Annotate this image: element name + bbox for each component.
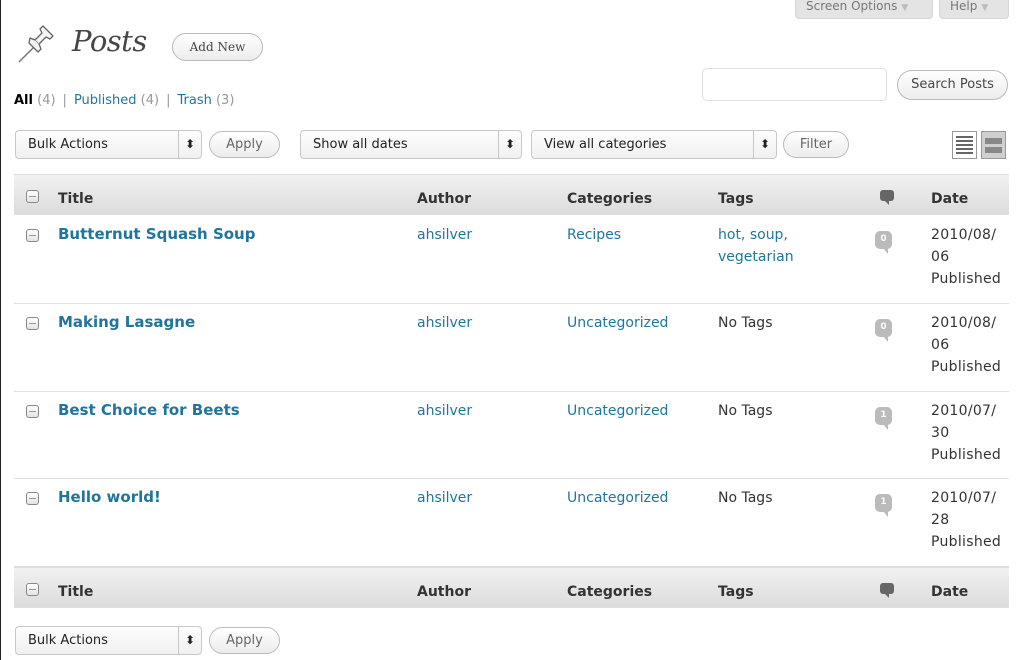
author-link[interactable]: ahsilver xyxy=(417,487,472,509)
dates-filter-select[interactable]: Show all dates ⬍ xyxy=(300,130,522,159)
search-posts-button[interactable]: Search Posts xyxy=(897,70,1008,100)
search-input[interactable] xyxy=(702,68,887,101)
post-date: 28 xyxy=(931,512,950,528)
row-checkbox[interactable] xyxy=(26,317,39,330)
categories-filter-label: View all categories xyxy=(544,137,667,152)
table-header-row: Title Author Categories Tags Date xyxy=(14,174,1009,215)
select-arrows-icon: ⬍ xyxy=(753,131,776,158)
screen-options-label: Screen Options xyxy=(806,0,898,13)
post-status: Published xyxy=(931,447,1002,463)
table-footer-row: Title Author Categories Tags Date xyxy=(14,567,1009,608)
comment-bubble-icon xyxy=(880,190,894,205)
view-trash-link[interactable]: Trash xyxy=(177,93,211,108)
published-count: (4) xyxy=(140,93,160,108)
post-date: 06 xyxy=(931,337,950,353)
page-title: Posts xyxy=(72,24,147,58)
no-tags-text: No Tags xyxy=(718,315,773,331)
add-new-button[interactable]: Add New xyxy=(172,33,263,61)
screen-options-tab[interactable]: Screen Options ▼ xyxy=(795,0,933,19)
column-title-header[interactable]: Title xyxy=(58,581,93,603)
post-status: Published xyxy=(931,271,1002,287)
post-title-link[interactable]: Best Choice for Beets xyxy=(58,399,240,421)
dates-filter-label: Show all dates xyxy=(313,137,408,152)
select-arrows-icon: ⬍ xyxy=(178,131,201,158)
post-title-link[interactable]: Hello world! xyxy=(58,486,161,508)
separator: | xyxy=(62,93,67,108)
select-all-checkbox[interactable] xyxy=(26,583,39,596)
column-tags-header: Tags xyxy=(718,584,754,600)
author-link[interactable]: ahsilver xyxy=(417,224,472,246)
author-link[interactable]: ahsilver xyxy=(417,400,472,422)
help-tab[interactable]: Help ▼ xyxy=(939,0,1009,19)
category-link[interactable]: Uncategorized xyxy=(567,487,668,509)
apply-button-bottom[interactable]: Apply xyxy=(209,627,280,654)
column-date-header[interactable]: Date xyxy=(931,581,968,603)
row-checkbox[interactable] xyxy=(26,229,39,242)
comment-count-badge[interactable]: 0 xyxy=(875,231,892,254)
comment-count-badge[interactable]: 1 xyxy=(875,407,892,430)
post-status-filter: All (4) | Published (4) | Trash (3) xyxy=(14,93,234,108)
view-published-link[interactable]: Published xyxy=(74,93,137,108)
no-tags-text: No Tags xyxy=(718,403,773,419)
post-title-link[interactable]: Making Lasagne xyxy=(58,311,195,333)
help-label: Help xyxy=(950,0,978,13)
post-title-link[interactable]: Butternut Squash Soup xyxy=(58,223,255,245)
table-row: Best Choice for Beets ahsilver Uncategor… xyxy=(14,392,1009,479)
select-arrows-icon: ⬍ xyxy=(498,131,521,158)
post-date: 2010/07/ xyxy=(931,403,997,419)
category-link[interactable]: Uncategorized xyxy=(567,312,668,334)
column-categories-header: Categories xyxy=(567,191,653,207)
bulk-actions-select[interactable]: Bulk Actions ⬍ xyxy=(15,130,202,159)
post-status: Published xyxy=(931,534,1002,550)
column-tags-header: Tags xyxy=(718,191,754,207)
select-all-checkbox[interactable] xyxy=(26,190,39,203)
post-date: 06 xyxy=(931,249,950,265)
post-date: 2010/08/ xyxy=(931,315,997,331)
all-count: (4) xyxy=(37,93,56,108)
post-status: Published xyxy=(931,359,1002,375)
table-row: Butternut Squash Soup ahsilver Recipes h… xyxy=(14,216,1009,304)
comment-count-badge[interactable]: 0 xyxy=(875,319,892,342)
apply-button[interactable]: Apply xyxy=(209,131,280,158)
post-date: 30 xyxy=(931,425,950,441)
posts-screen: Screen Options ▼ Help ▼ Posts Add New All … xyxy=(0,0,1018,660)
comment-bubble-icon xyxy=(880,583,894,598)
separator: | xyxy=(166,93,171,108)
column-title-header[interactable]: Title xyxy=(58,188,93,210)
tags-link[interactable]: vegetarian xyxy=(718,246,794,268)
column-date-header[interactable]: Date xyxy=(931,188,968,210)
excerpt-view-icon[interactable] xyxy=(981,131,1006,159)
table-row: Hello world! ahsilver Uncategorized No T… xyxy=(14,479,1009,567)
view-all-link[interactable]: All xyxy=(14,93,33,108)
bulk-actions-label: Bulk Actions xyxy=(28,137,108,152)
row-checkbox[interactable] xyxy=(26,492,39,505)
column-author-header: Author xyxy=(417,191,471,207)
triangle-down-icon: ▼ xyxy=(981,3,989,13)
category-link[interactable]: Uncategorized xyxy=(567,400,668,422)
column-categories-header: Categories xyxy=(567,584,653,600)
trash-count: (3) xyxy=(215,93,235,108)
list-view-icon[interactable] xyxy=(952,131,977,159)
row-checkbox[interactable] xyxy=(26,405,39,418)
comment-count-badge[interactable]: 1 xyxy=(875,494,892,517)
category-link[interactable]: Recipes xyxy=(567,224,621,246)
post-date: 2010/07/ xyxy=(931,490,997,506)
tags-link[interactable]: hot, soup, xyxy=(718,224,788,246)
bulk-actions-label: Bulk Actions xyxy=(28,633,108,648)
triangle-down-icon: ▼ xyxy=(901,3,909,13)
author-link[interactable]: ahsilver xyxy=(417,312,472,334)
bulk-actions-select-bottom[interactable]: Bulk Actions ⬍ xyxy=(15,626,202,655)
table-row: Making Lasagne ahsilver Uncategorized No… xyxy=(14,304,1009,392)
select-arrows-icon: ⬍ xyxy=(178,627,201,654)
no-tags-text: No Tags xyxy=(718,490,773,506)
column-author-header: Author xyxy=(417,584,471,600)
filter-button[interactable]: Filter xyxy=(783,131,849,158)
pushpin-icon xyxy=(18,25,54,63)
post-date: 2010/08/ xyxy=(931,227,997,243)
categories-filter-select[interactable]: View all categories ⬍ xyxy=(531,130,777,159)
